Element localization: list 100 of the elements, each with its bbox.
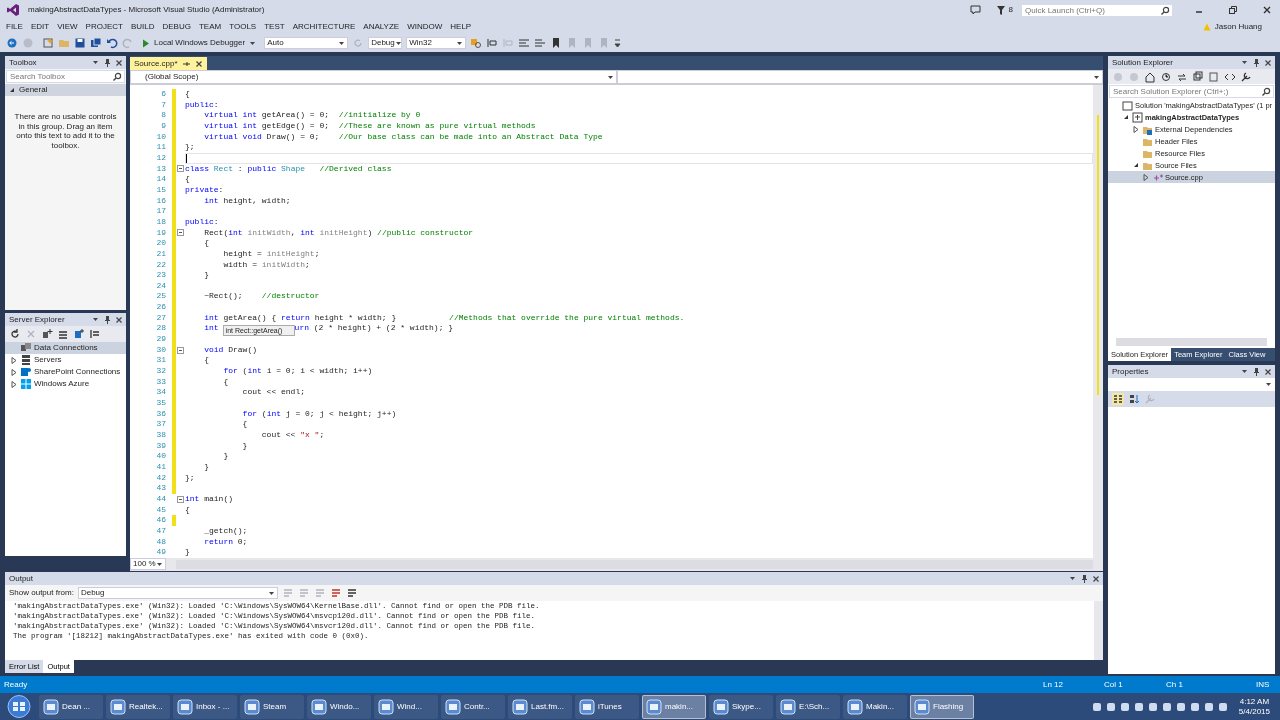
dropdown[interactable]: Win32	[406, 37, 467, 49]
tray-icon[interactable]	[1161, 701, 1172, 712]
dropdown-icon[interactable]	[92, 59, 99, 66]
taskbar-button[interactable]: Wind...	[374, 694, 438, 719]
notification-count[interactable]: 8	[1008, 5, 1013, 15]
taskbar-button[interactable]: iTunes	[575, 694, 639, 719]
tree-item[interactable]: Windows Azure	[5, 378, 126, 390]
collapsed-arrow-icon[interactable]	[1132, 125, 1139, 133]
collapsed-arrow-icon[interactable]	[10, 380, 17, 388]
close-icon[interactable]	[1092, 574, 1100, 583]
scope-dropdown[interactable]: (Global Scope)	[130, 70, 617, 84]
tree-item[interactable]: SharePoint Connections	[5, 366, 126, 378]
search-field[interactable]: Search Toolbox	[6, 70, 125, 83]
refresh-icon[interactable]	[9, 328, 21, 340]
pin-icon[interactable]	[1252, 57, 1260, 68]
tray-icon[interactable]	[1105, 701, 1116, 712]
tray-icon[interactable]	[1175, 701, 1186, 712]
filter-icon[interactable]	[996, 5, 1005, 15]
tray-icon[interactable]	[1217, 701, 1228, 712]
dropdown-icon[interactable]	[1241, 59, 1248, 66]
categorized-icon[interactable]	[1112, 393, 1124, 405]
expanded-arrow-icon[interactable]	[1122, 114, 1129, 120]
taskbar-button[interactable]: Last.fm...	[508, 694, 572, 719]
menu-item[interactable]: EDIT	[26, 21, 54, 33]
group-header[interactable]: General	[5, 84, 126, 96]
pin-icon[interactable]	[1252, 366, 1260, 377]
collapse-all-icon[interactable]	[1192, 70, 1204, 83]
taskbar-button[interactable]: Dean ...	[39, 694, 103, 719]
properties-icon[interactable]	[1240, 70, 1252, 83]
notification-icon[interactable]	[969, 5, 981, 15]
menu-item[interactable]: TEST	[260, 21, 289, 33]
horizontal-scrollbar[interactable]	[1116, 338, 1267, 346]
close-icon[interactable]	[1264, 367, 1272, 376]
menu-item[interactable]: ANALYZE	[359, 21, 404, 33]
dropdown-icon[interactable]	[1241, 368, 1248, 375]
tray-icon[interactable]	[1091, 701, 1102, 712]
taskbar-button[interactable]: Windo...	[307, 694, 371, 719]
overflow-icon[interactable]	[614, 38, 622, 48]
close-icon[interactable]	[194, 59, 203, 68]
menu-item[interactable]: VIEW	[53, 21, 82, 33]
find-icon[interactable]	[470, 37, 483, 49]
undo-icon[interactable]	[106, 37, 118, 49]
pin-icon[interactable]	[103, 57, 111, 68]
clock-date[interactable]: 5/4/2015	[1238, 706, 1270, 717]
taskbar-button[interactable]: Inbox - ...	[173, 694, 237, 719]
tray-icon[interactable]	[1189, 701, 1200, 712]
vertical-scrollbar[interactable]	[1094, 601, 1103, 660]
menu-item[interactable]: BUILD	[126, 21, 159, 33]
taskbar-button[interactable]: Contr...	[441, 694, 505, 719]
menu-item[interactable]: ARCHITECTURE	[288, 21, 360, 33]
search-icon[interactable]	[1160, 5, 1170, 16]
pin-icon[interactable]	[181, 59, 191, 68]
document-tab[interactable]: Source.cpp*	[130, 57, 207, 70]
save-all-icon[interactable]	[90, 37, 102, 49]
close-icon[interactable]	[1264, 58, 1272, 67]
start-debugging-button[interactable]: Local Windows Debugger	[138, 37, 261, 49]
connect-database-icon[interactable]	[41, 328, 53, 340]
dropdown[interactable]: Auto	[264, 37, 349, 49]
pin-icon[interactable]	[1080, 573, 1088, 584]
taskbar-button[interactable]: Makin...	[843, 694, 907, 719]
tray-icon[interactable]	[1147, 701, 1158, 712]
menu-item[interactable]: TEAM	[194, 21, 226, 33]
search-icon[interactable]	[1261, 87, 1271, 97]
zoom-dropdown[interactable]: 100 %	[130, 558, 166, 570]
menu-item[interactable]: TOOLS	[225, 21, 261, 33]
collapsed-arrow-icon[interactable]	[10, 356, 17, 364]
vertical-scrollbar[interactable]	[1093, 85, 1103, 558]
menu-item[interactable]: PROJECT	[81, 21, 127, 33]
alphabetical-icon[interactable]	[1128, 393, 1140, 405]
collapse-icon[interactable]	[177, 495, 184, 503]
sharepoint-icon[interactable]	[73, 328, 85, 340]
tray-icon[interactable]	[1133, 701, 1144, 712]
menu-item[interactable]: WINDOW	[403, 21, 447, 33]
back-icon[interactable]	[6, 37, 18, 49]
align-icon[interactable]	[486, 37, 499, 49]
tree-item[interactable]: Servers	[5, 354, 126, 366]
output-source-dropdown[interactable]: Debug	[77, 587, 278, 599]
taskbar-button[interactable]: E:\Sch...	[776, 694, 840, 719]
search-icon[interactable]	[112, 72, 122, 82]
tray-icon[interactable]	[1119, 701, 1130, 712]
menu-item[interactable]: FILE	[2, 21, 27, 33]
taskbar-button[interactable]: Skype...	[709, 694, 773, 719]
comment-icon[interactable]	[518, 37, 531, 49]
collapsed-arrow-icon[interactable]	[1142, 173, 1149, 181]
word-wrap-icon[interactable]	[345, 587, 358, 599]
user-name[interactable]: Jason Huang	[1214, 22, 1262, 32]
close-icon[interactable]	[115, 315, 123, 324]
tray-icon[interactable]	[1203, 701, 1214, 712]
menu-item[interactable]: HELP	[446, 21, 476, 33]
expanded-arrow-icon[interactable]	[1132, 162, 1139, 168]
collapsed-arrow-icon[interactable]	[10, 368, 17, 376]
collapse-icon[interactable]	[177, 165, 184, 173]
properties-icon[interactable]	[89, 328, 101, 340]
connect-server-icon[interactable]	[57, 328, 69, 340]
new-project-icon[interactable]	[42, 37, 54, 49]
save-icon[interactable]	[74, 37, 86, 49]
dropdown-icon[interactable]	[92, 316, 99, 323]
home-icon[interactable]	[1144, 70, 1156, 83]
search-field[interactable]: Search Solution Explorer (Ctrl+;)	[1109, 85, 1274, 98]
collapse-icon[interactable]	[177, 229, 184, 237]
